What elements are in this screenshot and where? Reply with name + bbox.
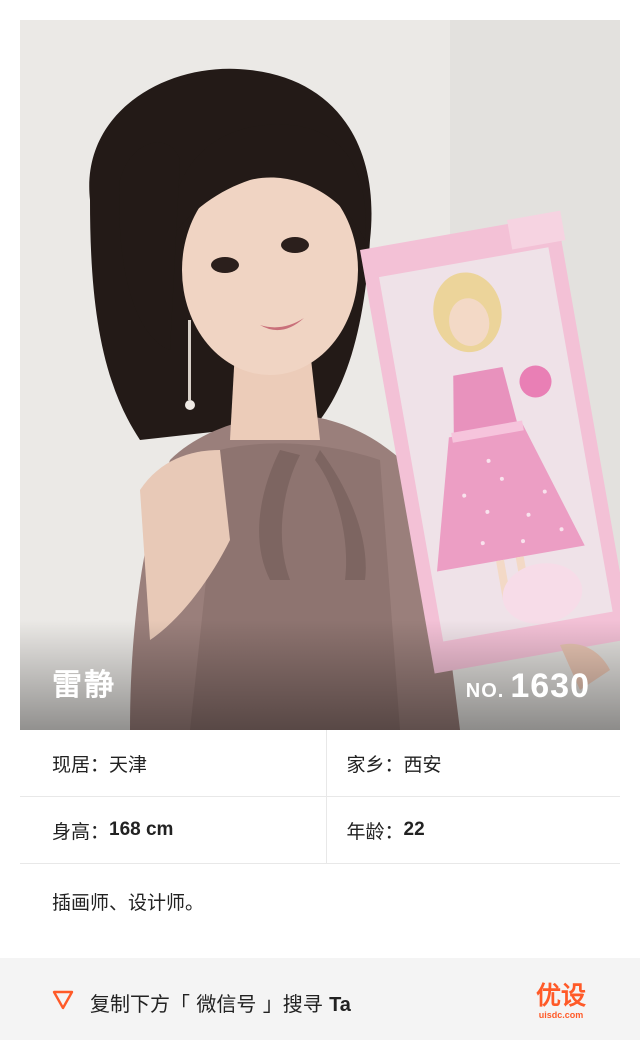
logo-sub-text: uisdc.com	[538, 1010, 584, 1020]
wechat-search-prompt[interactable]: 复制下方「 微信号 」搜寻 Ta	[90, 988, 351, 1017]
footer-bar[interactable]: 复制下方「 微信号 」搜寻 Ta 优设 uisdc.com	[0, 958, 640, 1040]
profile-number: NO. 1630	[466, 667, 590, 706]
triangle-down-icon	[52, 990, 74, 1010]
hometown-label: 家乡：	[346, 753, 404, 776]
profile-photo[interactable]: 雷静 NO. 1630	[20, 20, 620, 730]
cta-target: Ta	[329, 994, 351, 1016]
height-cell: 身高： 168 cm	[20, 797, 327, 863]
height-label: 身高：	[52, 820, 110, 843]
hometown-value: 西安	[403, 753, 442, 776]
profile-card: 雷静 NO. 1630 现居： 天津 家乡： 西安 身高： 168 cm 年龄： 22 插…	[0, 0, 640, 1040]
hometown-cell: 家乡： 西安	[327, 730, 621, 796]
height-value: 168 cm	[109, 819, 174, 840]
cta-text: 复制下方「 微信号 」搜寻	[90, 992, 323, 1016]
logo-main-text: 优设	[535, 981, 586, 1010]
residence-cell: 现居： 天津	[20, 730, 327, 796]
profile-name: 雷静	[52, 668, 116, 703]
uisdc-logo: 优设 uisdc.com	[528, 981, 594, 1021]
profile-details: 现居： 天津 家乡： 西安 身高： 168 cm 年龄： 22	[20, 730, 620, 864]
age-value: 22	[403, 819, 425, 840]
profile-description: 插画师、设计师。	[52, 892, 205, 914]
age-label: 年龄：	[346, 820, 404, 843]
residence-label: 现居：	[52, 753, 110, 776]
age-cell: 年龄： 22	[327, 797, 621, 863]
details-row-stats: 身高： 168 cm 年龄： 22	[20, 797, 620, 864]
number-prefix: NO.	[465, 680, 505, 702]
residence-value: 天津	[109, 753, 148, 776]
details-row-location: 现居： 天津 家乡： 西安	[20, 730, 620, 797]
number-value: 1630	[510, 667, 590, 705]
